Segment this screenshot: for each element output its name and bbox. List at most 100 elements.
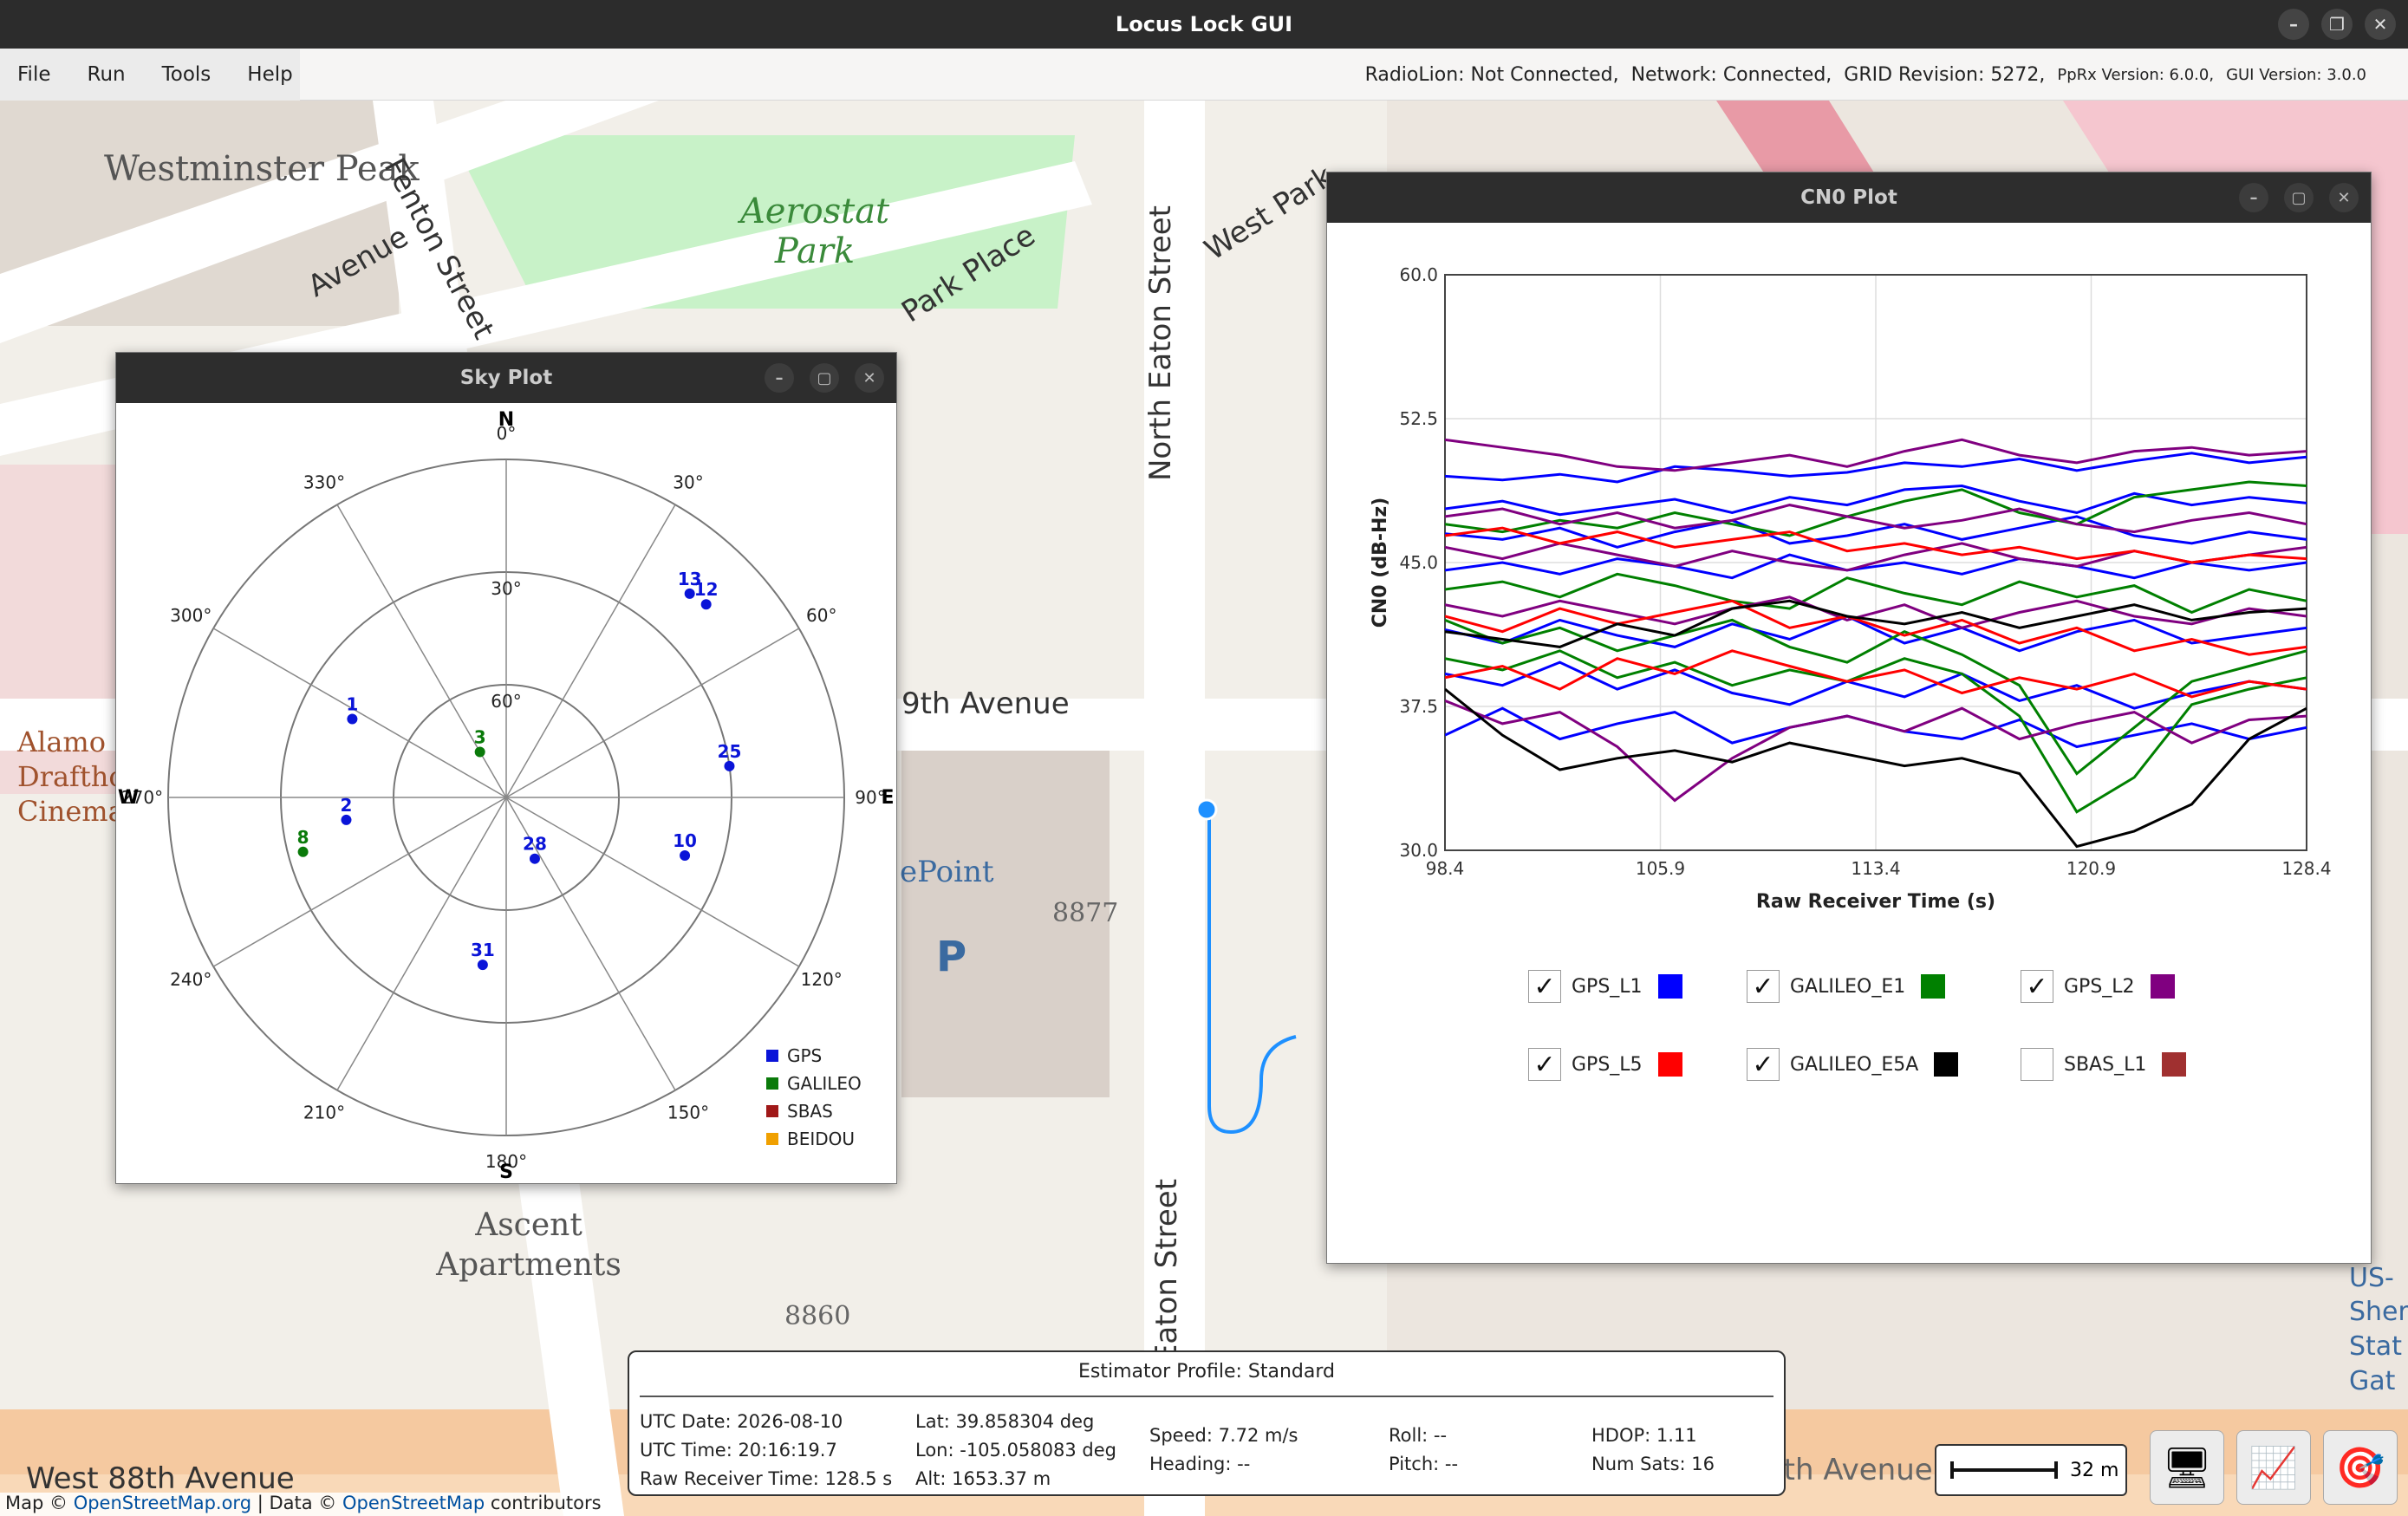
sky-plot-titlebar[interactable]: Sky Plot – ▢ ✕ xyxy=(116,353,896,403)
monitor-button[interactable]: 🖥 xyxy=(2150,1430,2224,1505)
menu-run[interactable]: Run xyxy=(88,63,126,86)
sky-azimuth-label: 60° xyxy=(806,605,836,626)
satellite-marker xyxy=(680,849,691,861)
cn0-plot-close-button[interactable]: ✕ xyxy=(2329,183,2359,212)
sky-cardinal-w: W xyxy=(118,787,139,809)
map-label-aerostat-park: Aerostat Park xyxy=(739,192,890,271)
sky-plot-window[interactable]: Sky Plot – ▢ ✕ 0° 30° 60° 90° 120° 150° 180° 21… xyxy=(115,352,897,1184)
utc-time: UTC Time: 20:16:19.7 xyxy=(640,1440,837,1461)
cn0-plot-titlebar[interactable]: CN0 Plot – ▢ ✕ xyxy=(1327,172,2371,223)
roll: Roll: -- xyxy=(1389,1425,1448,1446)
satellite-marker xyxy=(724,760,735,771)
satellite-label: 8 xyxy=(297,827,309,848)
map-label-eaton-street: Eaton Street xyxy=(1149,1178,1185,1363)
satellite-label: 2 xyxy=(341,795,353,816)
target-button[interactable]: 🎯 xyxy=(2323,1430,2398,1505)
satellite-marker xyxy=(474,746,485,758)
satellite-marker xyxy=(477,960,488,971)
satellite-label: 10 xyxy=(673,830,697,851)
sky-legend-label: GPS xyxy=(787,1045,822,1066)
map-attribution: Map © OpenStreetMap.org | Data © OpenStr… xyxy=(0,1493,607,1516)
cn0-x-tick: 120.9 xyxy=(2066,858,2116,879)
cn0-legend-item[interactable]: ✓ GALILEO_E5A xyxy=(1747,1048,1959,1081)
close-button[interactable]: ✕ xyxy=(2365,9,2396,40)
sky-plot-minimize-button[interactable]: – xyxy=(765,363,794,393)
cn0-legend-label: GALILEO_E1 xyxy=(1790,975,1906,998)
scale-bar-label: 32 m xyxy=(2070,1459,2119,1481)
cn0-legend-item[interactable]: SBAS_L1 xyxy=(2021,1048,2187,1081)
cn0-legend-checkbox[interactable]: ✓ xyxy=(1747,970,1780,1003)
cn0-y-tick: 45.0 xyxy=(1399,552,1438,573)
satellite-label: 3 xyxy=(474,726,486,747)
sky-spoke xyxy=(505,504,676,798)
minimize-button[interactable]: – xyxy=(2278,9,2309,40)
satellite-marker xyxy=(700,599,712,610)
target-icon: 🎯 xyxy=(2335,1443,2385,1491)
satellite-label: 25 xyxy=(718,741,742,762)
raw-receiver-time: Raw Receiver Time: 128.5 s xyxy=(640,1468,893,1489)
cn0-legend-label: GALILEO_E5A xyxy=(1790,1053,1919,1076)
sky-plot-close-button[interactable]: ✕ xyxy=(855,363,884,393)
chart-button[interactable]: 📈 xyxy=(2236,1430,2311,1505)
cn0-legend-swatch xyxy=(1921,974,1946,999)
map-label-sher: Sher xyxy=(2349,1297,2408,1327)
maximize-button[interactable]: ❐ xyxy=(2321,9,2353,40)
status-pprx: PpRx Version: 6.0.0, xyxy=(2057,65,2215,84)
status-gui: GUI Version: 3.0.0 xyxy=(2226,65,2366,84)
osm-link[interactable]: OpenStreetMap.org xyxy=(74,1493,251,1513)
satellite-marker xyxy=(341,814,352,825)
cn0-legend-swatch xyxy=(1657,1052,1682,1077)
cn0-plot-title: CN0 Plot xyxy=(1800,186,1897,209)
sky-legend-swatch xyxy=(766,1050,778,1062)
map-label-9th-avenue: 9th Avenue xyxy=(901,686,1070,721)
sky-elevation-label: 30° xyxy=(491,578,521,599)
cn0-plot-window[interactable]: CN0 Plot – ▢ ✕ 30.0 37.5 45.0 52.5 60.0 98.4 1… xyxy=(1326,172,2372,1264)
sky-azimuth-label: 330° xyxy=(303,472,345,492)
monitor-icon: 🖥 xyxy=(2161,1443,2213,1491)
cn0-legend-checkbox[interactable]: ✓ xyxy=(1528,1048,1561,1081)
attribution-suffix: contributors xyxy=(490,1493,602,1513)
cn0-legend-swatch xyxy=(2162,1052,2187,1077)
pitch: Pitch: -- xyxy=(1389,1454,1459,1474)
satellite-label: 31 xyxy=(471,940,495,960)
heading: Heading: -- xyxy=(1149,1454,1251,1474)
cn0-legend-swatch xyxy=(1934,1052,1959,1077)
sky-spoke xyxy=(212,797,507,967)
cn0-legend-checkbox[interactable] xyxy=(2021,1048,2053,1081)
menu-help[interactable]: Help xyxy=(247,63,292,86)
sky-azimuth-label: 150° xyxy=(667,1103,709,1123)
osm-data-link[interactable]: OpenStreetMap xyxy=(342,1493,485,1513)
cn0-plot-minimize-button[interactable]: – xyxy=(2239,183,2268,212)
satellite-marker xyxy=(297,846,309,857)
status-network: Network: Connected, xyxy=(1630,63,1832,86)
sky-plot-title: Sky Plot xyxy=(459,367,553,389)
cn0-legend-label: GPS_L1 xyxy=(1572,975,1643,998)
cn0-legend-item[interactable]: ✓ GALILEO_E1 xyxy=(1747,970,1946,1003)
estimator-profile: Estimator Profile: Standard xyxy=(1077,1361,1336,1383)
chart-icon: 📈 xyxy=(2249,1443,2299,1491)
cn0-legend-checkbox[interactable]: ✓ xyxy=(1528,970,1561,1003)
cn0-legend-item[interactable]: ✓ GPS_L2 xyxy=(2021,970,2175,1003)
satellite-label: 1 xyxy=(346,694,358,715)
sky-spoke xyxy=(212,628,507,798)
cn0-chart: 30.037.545.052.560.098.4 105.9 113.4 120.9 1… xyxy=(1370,264,2332,913)
cn0-legend-item[interactable]: ✓ GPS_L5 xyxy=(1528,1048,1682,1081)
cn0-legend-checkbox[interactable]: ✓ xyxy=(1747,1048,1780,1081)
sky-legend-swatch xyxy=(766,1077,778,1090)
sky-plot-maximize-button[interactable]: ▢ xyxy=(810,363,839,393)
map-label-pointe: ePoint xyxy=(900,855,994,889)
map-label-north-eaton-street: North Eaton Street xyxy=(1143,205,1179,482)
cn0-y-axis-label: CN0 (dB-Hz) xyxy=(1370,498,1391,628)
cn0-legend-item[interactable]: ✓ GPS_L1 xyxy=(1528,970,1682,1003)
menu-tools[interactable]: Tools xyxy=(162,63,212,86)
cn0-plot-maximize-button[interactable]: ▢ xyxy=(2284,183,2314,212)
hdop: HDOP: 1.11 xyxy=(1591,1425,1697,1446)
menu-file[interactable]: File xyxy=(17,63,51,86)
cn0-y-tick: 60.0 xyxy=(1399,264,1438,285)
sky-legend-swatch xyxy=(766,1133,778,1145)
sky-cardinal-s: S xyxy=(499,1161,513,1183)
sky-plot-polar: 0°30°60°90°120°150°180°210°240°270°300°3… xyxy=(118,409,895,1183)
map-label-8877: 8877 xyxy=(1052,898,1119,928)
cn0-legend-checkbox[interactable]: ✓ xyxy=(2021,970,2053,1003)
longitude: Lon: -105.058083 deg xyxy=(915,1440,1116,1461)
